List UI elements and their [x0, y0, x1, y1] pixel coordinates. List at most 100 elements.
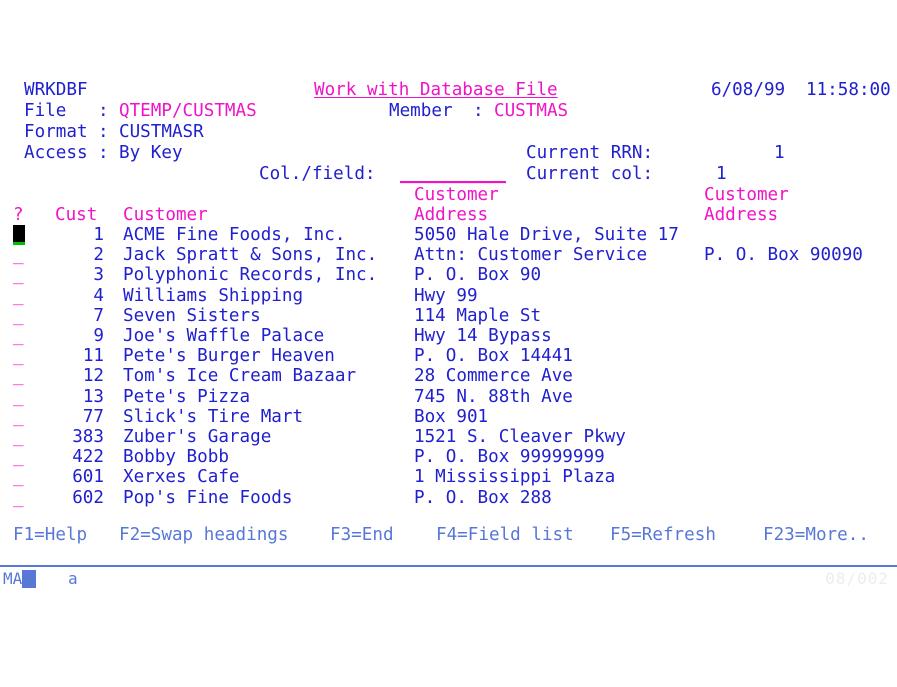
cell-customer-address-1: Hwy 14 Bypass [414, 326, 552, 346]
cell-customer-name: Xerxes Cafe [123, 467, 240, 488]
cell-cust-number: 601 [72, 467, 104, 488]
cell-customer-name: Williams Shipping [123, 285, 304, 306]
table-row[interactable]: _ 2 Jack Spratt & Sons, Inc. Attn: Customer… [0, 245, 897, 265]
cell-customer-address-1: 1521 S. Cleaver Pkwy [414, 427, 626, 447]
table-row[interactable]: _ 422 Bobby Bobb P. O. Box 99999999 [0, 447, 897, 467]
cell-customer-address-1: P. O. Box 99999999 [414, 447, 605, 468]
cell-customer-address-1: 114 Maple St [414, 305, 542, 326]
header-date: 6/08/99 [711, 80, 786, 100]
column-header-customer: Customer [123, 205, 208, 225]
header-time: 11:58:00 [806, 80, 891, 100]
cell-cust-number: 422 [72, 447, 104, 468]
col-field-input[interactable]: __________ [400, 164, 506, 184]
col-field-label: Col./field: [259, 164, 376, 184]
table-row[interactable]: _ 3 Polyphonic Records, Inc. P. O. Box 90 [0, 265, 897, 285]
cell-customer-name: ACME Fine Foods, Inc. [123, 225, 346, 245]
cell-cust-number: 4 [93, 285, 104, 306]
cell-cust-number: 383 [72, 427, 104, 447]
page-title: Work with Database File [314, 80, 558, 100]
current-col-value: 1 [716, 164, 727, 184]
cell-customer-name: Slick's Tire Mart [123, 406, 304, 427]
column-header-address2-line2: Address [704, 205, 779, 225]
access-separator: : [98, 143, 109, 163]
cell-customer-name: Joe's Waffle Palace [123, 326, 325, 346]
program-name: WRKDBF [24, 80, 88, 100]
cell-customer-address-1: Box 901 [414, 406, 489, 427]
cell-customer-name: Polyphonic Records, Inc. [123, 265, 378, 286]
cell-customer-address-1: 745 N. 88th Ave [414, 386, 573, 407]
column-header-address2-line1: Customer [704, 185, 789, 205]
status-input-mode: a [68, 569, 78, 588]
cell-customer-address-2: P. O. Box 90090 [704, 245, 863, 266]
table-row[interactable]: 1 ACME Fine Foods, Inc. 5050 Hale Drive, S… [0, 225, 897, 245]
cell-customer-name: Seven Sisters [123, 305, 261, 326]
table-row[interactable]: _ 601 Xerxes Cafe 1 Mississippi Plaza [0, 467, 897, 487]
fkey-f2[interactable]: F2=Swap headings [119, 525, 288, 545]
cell-cust-number: 11 [82, 346, 104, 367]
cell-cust-number: 77 [82, 406, 104, 427]
access-value: By Key [119, 143, 183, 163]
cell-customer-name: Pete's Pizza [123, 386, 251, 407]
cell-customer-name: Bobby Bobb [123, 447, 229, 468]
table-row[interactable]: _ 4 Williams Shipping Hwy 99 [0, 286, 897, 306]
cell-cust-number: 9 [93, 326, 104, 346]
file-label: File [24, 101, 67, 121]
cell-cust-number: 13 [82, 386, 104, 407]
fkey-f5[interactable]: F5=Refresh [610, 525, 716, 545]
current-rrn-label: Current RRN: [526, 143, 654, 163]
shift-indicator-icon [22, 570, 37, 588]
cell-customer-address-1: Attn: Customer Service [414, 245, 648, 266]
header-line-1: WRKDBF Work with Database File 6/08/99 1… [0, 80, 897, 100]
format-value: CUSTMASR [119, 122, 204, 142]
cell-customer-address-1: 28 Commerce Ave [414, 366, 573, 387]
column-headings-line-1: Customer Customer [0, 185, 897, 205]
table-row[interactable]: _ 383 Zuber's Garage 1521 S. Cleaver Pkwy [0, 427, 897, 447]
cell-cust-number: 7 [93, 305, 104, 326]
status-bar: MA a 08/002 [0, 568, 897, 590]
function-key-bar: F1=Help F2=Swap headings F3=End F4=Field… [0, 525, 897, 545]
cell-customer-address-1: 1 Mississippi Plaza [414, 467, 616, 488]
cell-customer-name: Zuber's Garage [123, 427, 272, 447]
member-label: Member [389, 101, 453, 121]
table-row[interactable]: _ 13 Pete's Pizza 745 N. 88th Ave [0, 387, 897, 407]
status-system-indicator: MA [3, 569, 23, 588]
header-line-3: Format : CUSTMASR [0, 122, 897, 142]
cell-customer-name: Pop's Fine Foods [123, 487, 293, 508]
member-separator: : [473, 101, 484, 121]
fkey-f3[interactable]: F3=End [330, 525, 394, 545]
table-row[interactable]: _ 12 Tom's Ice Cream Bazaar 28 Commerce Ave [0, 366, 897, 386]
cell-customer-name: Pete's Burger Heaven [123, 346, 335, 367]
column-header-cust: Cust [55, 205, 98, 225]
member-value: CUSTMAS [494, 101, 569, 121]
cell-customer-address-1: P. O. Box 288 [414, 487, 552, 508]
access-label: Access [24, 143, 88, 163]
format-separator: : [98, 122, 109, 142]
cell-customer-address-1: P. O. Box 90 [414, 265, 542, 286]
fkey-f23[interactable]: F23=More.. [763, 525, 869, 545]
cell-customer-address-1: 5050 Hale Drive, Suite 17 [414, 225, 679, 245]
cell-cust-number: 2 [93, 245, 104, 266]
column-header-address1-line1: Customer [414, 185, 499, 205]
cell-customer-name: Tom's Ice Cream Bazaar [123, 366, 357, 387]
table-row[interactable]: _ 602 Pop's Fine Foods P. O. Box 288 [0, 488, 897, 508]
cell-cust-number: 12 [82, 366, 104, 387]
cell-customer-address-1: P. O. Box 14441 [414, 346, 573, 367]
file-separator: : [98, 101, 109, 121]
column-header-address1-line2: Address [414, 205, 489, 225]
format-label: Format [24, 122, 88, 142]
cell-customer-address-1: Hwy 99 [414, 285, 478, 306]
table-row[interactable]: _ 9 Joe's Waffle Palace Hwy 14 Bypass [0, 326, 897, 346]
table-row[interactable]: _ 11 Pete's Burger Heaven P. O. Box 14441 [0, 346, 897, 366]
cell-cust-number: 602 [72, 487, 104, 508]
terminal-screen: WRKDBF Work with Database File 6/08/99 1… [0, 0, 897, 672]
header-line-5: Col./field: __________ Current col: 1 [0, 164, 897, 184]
fkey-f4[interactable]: F4=Field list [436, 525, 574, 545]
fkey-f1[interactable]: F1=Help [13, 525, 87, 545]
column-header-option: ? [13, 205, 24, 225]
file-value: QTEMP/CUSTMAS [119, 101, 257, 121]
table-row[interactable]: _ 7 Seven Sisters 114 Maple St [0, 306, 897, 326]
cell-cust-number: 3 [93, 265, 104, 286]
table-row[interactable]: _ 77 Slick's Tire Mart Box 901 [0, 407, 897, 427]
header-line-4: Access : By Key Current RRN: 1 [0, 143, 897, 163]
current-rrn-value: 1 [774, 143, 785, 163]
